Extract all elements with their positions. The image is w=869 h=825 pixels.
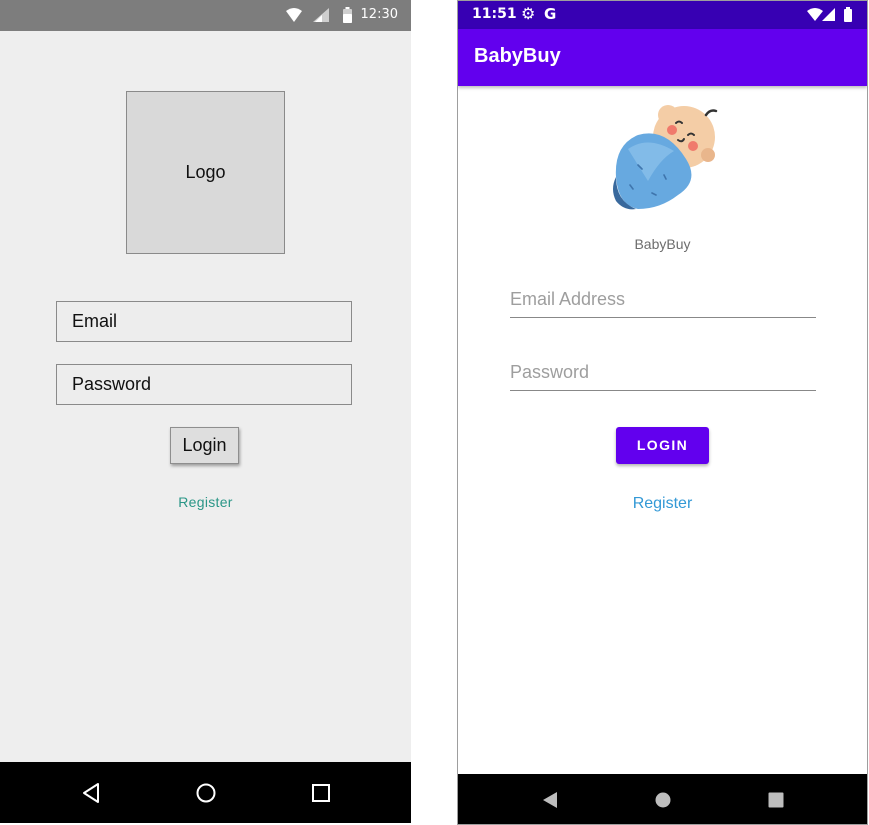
status-time: 11:51 [472, 6, 517, 22]
login-button[interactable]: LOGIN [616, 427, 709, 464]
recents-icon[interactable] [310, 782, 332, 804]
status-bar: 12:30 [0, 0, 411, 31]
home-icon[interactable] [195, 782, 217, 804]
cell-signal-icon [822, 8, 835, 21]
cell-signal-icon [313, 8, 329, 22]
app-toolbar: BabyBuy [458, 29, 867, 86]
logo-placeholder-label: Logo [185, 162, 226, 182]
password-placeholder: Password [510, 362, 590, 382]
status-time: 12:30 [360, 7, 398, 22]
wifi-icon [286, 8, 302, 22]
email-address-placeholder: Email Address [510, 289, 626, 309]
battery-icon [844, 7, 852, 22]
toolbar-title: BabyBuy [474, 45, 561, 67]
logo-placeholder: Logo [126, 91, 285, 254]
google-icon: G [544, 5, 557, 23]
wireframe-screen: 12:30 Logo Email Password Login Register [0, 0, 411, 823]
home-icon[interactable] [655, 792, 671, 808]
password-field[interactable]: Password [56, 364, 352, 405]
password-input[interactable]: Password [510, 357, 816, 391]
register-link[interactable]: Register [0, 494, 411, 510]
login-button[interactable]: Login [170, 427, 239, 464]
password-field-placeholder: Password [72, 374, 152, 394]
navigation-bar [458, 774, 867, 824]
status-bar: 11:51 ⚙ G [458, 1, 867, 29]
logo-caption: BabyBuy [634, 236, 691, 252]
back-icon[interactable] [542, 791, 558, 809]
email-field[interactable]: Email [56, 301, 352, 342]
app-screen: 11:51 ⚙ G BabyBuy BabyBuy Email Address … [457, 0, 868, 825]
recents-icon[interactable] [768, 792, 784, 808]
register-link[interactable]: Register [458, 495, 867, 513]
email-address-input[interactable]: Email Address [510, 284, 816, 318]
settings-icon: ⚙ [521, 6, 536, 23]
battery-icon [343, 7, 352, 23]
wifi-icon [807, 8, 823, 21]
back-icon[interactable] [81, 782, 101, 804]
baby-logo-icon [613, 105, 718, 210]
navigation-bar [0, 762, 411, 823]
email-field-placeholder: Email [72, 311, 118, 331]
